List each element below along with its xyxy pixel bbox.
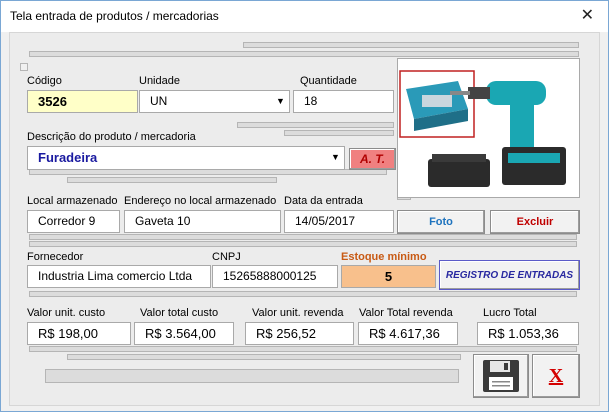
descricao-label: Descrição do produto / mercadoria (27, 131, 196, 143)
unit-custo-field[interactable]: R$ 198,00 (27, 322, 131, 345)
unit-revenda-label: Valor unit. revenda (252, 307, 344, 319)
battery-icon (428, 154, 490, 187)
data-field[interactable]: 14/05/2017 (284, 210, 394, 233)
descricao-select[interactable]: Furadeira ▼ (27, 146, 345, 170)
total-custo-label: Valor total custo (140, 307, 219, 319)
divider (284, 130, 394, 136)
local-field[interactable]: Corredor 9 (27, 210, 120, 233)
unidade-label: Unidade (139, 75, 180, 87)
excluir-button[interactable]: Excluir (490, 210, 580, 234)
codigo-label: Código (27, 75, 62, 87)
close-button[interactable]: X (532, 354, 580, 398)
at-button[interactable]: A. T. (349, 148, 396, 170)
divider (29, 234, 577, 240)
unit-custo-label: Valor unit. custo (27, 307, 106, 319)
fornecedor-field[interactable]: Industria Lima comercio Ltda (27, 265, 211, 288)
divider (67, 354, 461, 360)
quantidade-field[interactable]: 18 (293, 90, 394, 113)
window-title: Tela entrada de produtos / mercadorias (10, 9, 219, 23)
unit-revenda-field[interactable]: R$ 256,52 (245, 322, 354, 345)
total-revenda-field[interactable]: R$ 4.617,36 (358, 322, 458, 345)
total-revenda-label: Valor Total revenda (359, 307, 453, 319)
estoque-minimo-field[interactable]: 5 (341, 265, 436, 288)
fornecedor-label: Fornecedor (27, 251, 84, 263)
registro-entradas-button[interactable]: REGISTRO DE ENTRADAS (439, 260, 580, 290)
local-label: Local armazenado (27, 195, 118, 207)
divider (29, 346, 577, 352)
codigo-field[interactable]: 3526 (27, 90, 138, 113)
divider (29, 291, 577, 297)
chevron-down-icon[interactable]: ▼ (272, 91, 289, 112)
data-label: Data da entrada (284, 195, 363, 207)
close-icon: X (548, 364, 564, 387)
quantidade-label: Quantidade (300, 75, 357, 87)
drill-image (399, 70, 566, 187)
cnpj-label: CNPJ (212, 251, 241, 263)
unidade-value: UN (150, 94, 168, 108)
app-window: Tela entrada de produtos / mercadorias ✕… (0, 0, 609, 412)
estoque-minimo-label: Estoque mínimo (341, 251, 427, 263)
chevron-down-icon[interactable]: ▼ (327, 147, 344, 168)
divider (237, 122, 394, 128)
window-close-icon[interactable]: ✕ (581, 5, 594, 24)
cnpj-field[interactable]: 15265888000125 (212, 265, 338, 288)
floppy-disk-icon (483, 360, 519, 392)
divider (67, 177, 277, 183)
lucro-total-field[interactable]: R$ 1.053,36 (477, 322, 579, 345)
foto-button[interactable]: Foto (397, 210, 485, 234)
endereco-field[interactable]: Gaveta 10 (124, 210, 281, 233)
divider (243, 42, 579, 48)
save-button[interactable] (473, 354, 529, 398)
divider (45, 369, 459, 383)
unidade-select[interactable]: UN ▼ (139, 90, 290, 113)
endereco-label: Endereço no local armazenado (124, 195, 277, 207)
divider (29, 51, 579, 57)
divider (29, 241, 577, 247)
divider (20, 63, 28, 71)
title-bar: Tela entrada de produtos / mercadorias ✕ (1, 1, 608, 32)
product-photo (397, 58, 580, 198)
lucro-total-label: Lucro Total (483, 307, 537, 319)
total-custo-field[interactable]: R$ 3.564,00 (134, 322, 234, 345)
descricao-value: Furadeira (38, 150, 98, 165)
